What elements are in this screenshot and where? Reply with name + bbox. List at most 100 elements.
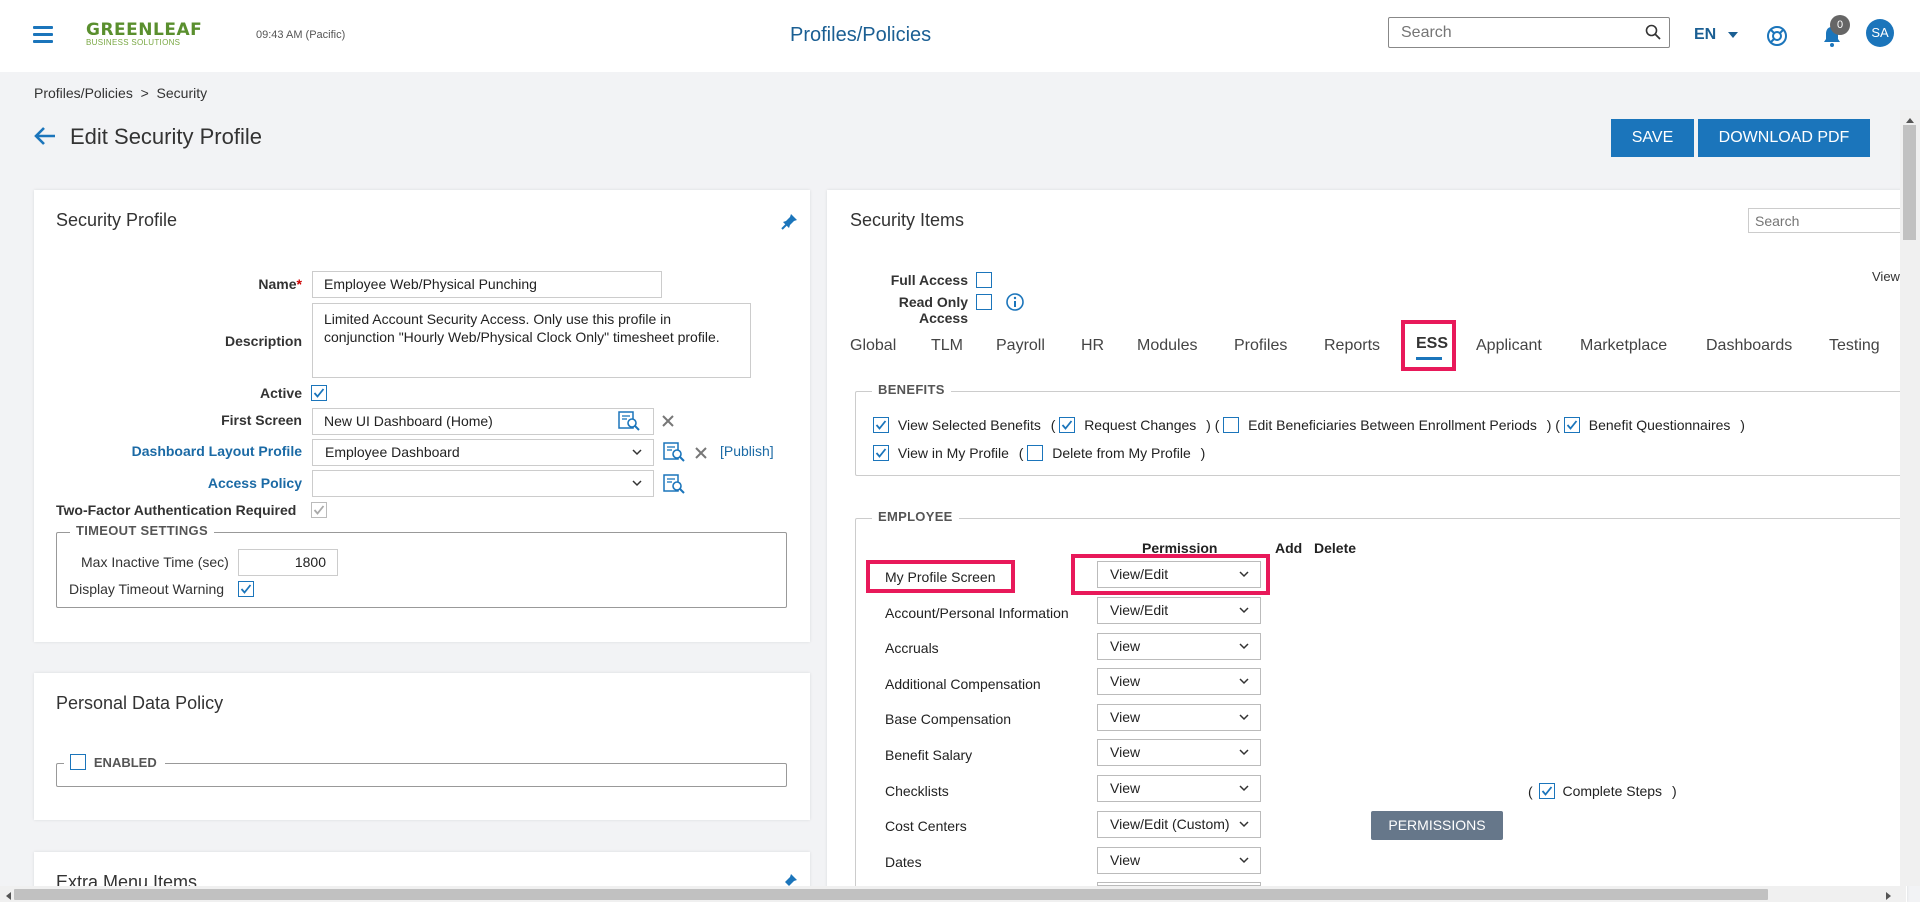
first-screen-label: First Screen bbox=[221, 412, 302, 428]
header-title: Profiles/Policies bbox=[790, 24, 932, 46]
tab-modules[interactable]: Modules bbox=[1137, 337, 1197, 355]
full-access-checkbox[interactable] bbox=[976, 272, 992, 288]
tab-profiles[interactable]: Profiles bbox=[1234, 337, 1287, 355]
dashboard-layout-profile-link[interactable]: Dashboard Layout Profile bbox=[100, 443, 302, 459]
tab-applicant[interactable]: Applicant bbox=[1476, 337, 1542, 355]
read-only-access-checkbox[interactable] bbox=[976, 294, 992, 310]
description-label: Description bbox=[224, 333, 302, 349]
delete-column-header: Delete bbox=[1314, 540, 1357, 556]
edit-beneficiaries-checkbox[interactable] bbox=[1223, 417, 1240, 434]
security-profile-title: Security Profile bbox=[56, 210, 178, 230]
enabled-fieldset bbox=[56, 763, 787, 787]
collapse-pin-icon[interactable] bbox=[781, 212, 799, 233]
active-label: Active bbox=[259, 385, 302, 401]
timeout-warning-checkbox[interactable] bbox=[238, 581, 254, 597]
permission-select-checklists[interactable]: View bbox=[1097, 775, 1261, 802]
tab-payroll[interactable]: Payroll bbox=[996, 337, 1045, 355]
tab-reports[interactable]: Reports bbox=[1324, 337, 1380, 355]
lookup-icon[interactable] bbox=[618, 411, 640, 434]
checkmark-icon bbox=[240, 584, 252, 594]
two-factor-checkbox bbox=[311, 502, 327, 518]
complete-steps-checkbox[interactable] bbox=[1538, 783, 1555, 800]
search-icon[interactable] bbox=[1645, 24, 1661, 43]
notification-count-badge: 0 bbox=[1830, 15, 1850, 35]
add-column-header: Add bbox=[1275, 540, 1303, 556]
enabled-legend: ENABLED bbox=[64, 753, 165, 771]
enabled-checkbox[interactable] bbox=[70, 754, 86, 771]
row-label-account-personal-information: Account/Personal Information bbox=[885, 605, 1069, 621]
scroll-up-arrow-icon[interactable] bbox=[1904, 112, 1916, 128]
chevron-down-icon bbox=[632, 480, 642, 487]
row-label-benefit-salary: Benefit Salary bbox=[885, 747, 973, 763]
benefit-questionnaires-checkbox[interactable] bbox=[1563, 417, 1580, 434]
permission-select-benefit-salary[interactable]: View bbox=[1097, 739, 1261, 766]
active-checkbox[interactable] bbox=[311, 385, 327, 401]
vertical-scrollbar-thumb[interactable] bbox=[1903, 125, 1916, 240]
back-arrow-icon[interactable] bbox=[34, 126, 56, 149]
name-field[interactable]: Employee Web/Physical Punching bbox=[312, 271, 662, 298]
scroll-left-arrow-icon[interactable] bbox=[3, 889, 13, 902]
language-selector[interactable]: EN bbox=[1694, 26, 1739, 44]
permission-select-cost-centers[interactable]: View/Edit (Custom) bbox=[1097, 811, 1261, 838]
row-label-accruals: Accruals bbox=[885, 640, 939, 656]
download-pdf-button[interactable]: DOWNLOAD PDF bbox=[1698, 119, 1870, 157]
request-changes-checkbox[interactable] bbox=[1059, 417, 1076, 434]
tab-dashboards[interactable]: Dashboards bbox=[1706, 337, 1792, 355]
dashboard-layout-select[interactable]: Employee Dashboard bbox=[312, 439, 654, 466]
tab-marketplace[interactable]: Marketplace bbox=[1580, 337, 1667, 355]
row-label-cost-centers: Cost Centers bbox=[885, 818, 967, 834]
clear-first-screen-icon[interactable] bbox=[661, 414, 675, 431]
user-avatar[interactable]: SA bbox=[1866, 19, 1894, 47]
view-column-label: View bbox=[1872, 269, 1900, 284]
horizontal-scrollbar-thumb[interactable] bbox=[14, 889, 1768, 900]
benefits-row-1: View Selected Benefits ( Request Changes… bbox=[873, 416, 1745, 434]
tab-ess[interactable]: ESS bbox=[1416, 335, 1448, 353]
help-icon[interactable] bbox=[1766, 25, 1788, 50]
chevron-down-icon bbox=[1239, 643, 1249, 650]
permissions-button[interactable]: PERMISSIONS bbox=[1371, 811, 1503, 840]
benefits-row-2: View in My Profile ( Delete from My Prof… bbox=[873, 444, 1205, 462]
caret-down-icon bbox=[1727, 32, 1738, 38]
checkmark-icon bbox=[313, 505, 325, 515]
permission-select-accruals[interactable]: View bbox=[1097, 633, 1261, 660]
max-inactive-field[interactable]: 1800 bbox=[238, 549, 338, 576]
breadcrumb[interactable]: Profiles/Policies > Security bbox=[34, 85, 207, 101]
tab-tlm[interactable]: TLM bbox=[931, 337, 963, 355]
row-label-dates: Dates bbox=[885, 854, 922, 870]
access-policy-select[interactable] bbox=[312, 470, 654, 497]
first-screen-field[interactable]: New UI Dashboard (Home) bbox=[312, 408, 654, 435]
permission-select-account-personal-information[interactable]: View/Edit bbox=[1097, 597, 1261, 624]
publish-link[interactable]: [Publish] bbox=[720, 443, 774, 459]
permission-select-dates[interactable]: View bbox=[1097, 847, 1261, 874]
company-logo[interactable]: GREENLEAF BUSINESS SOLUTIONS bbox=[86, 20, 212, 54]
description-field[interactable]: Limited Account Security Access. Only us… bbox=[312, 303, 751, 378]
info-icon[interactable] bbox=[1005, 292, 1025, 315]
hamburger-menu-icon[interactable] bbox=[33, 26, 53, 44]
security-items-search-input[interactable] bbox=[1748, 208, 1906, 233]
save-button[interactable]: SAVE bbox=[1611, 119, 1694, 157]
chevron-down-icon bbox=[1239, 857, 1249, 864]
chevron-down-icon bbox=[1239, 749, 1249, 756]
tab-global[interactable]: Global bbox=[850, 337, 896, 355]
current-time: 09:43 AM (Pacific) bbox=[256, 29, 346, 41]
view-selected-benefits-checkbox[interactable] bbox=[873, 417, 889, 434]
scroll-right-arrow-icon[interactable] bbox=[1884, 889, 1894, 902]
tab-testing[interactable]: Testing bbox=[1829, 337, 1880, 355]
access-policy-link[interactable]: Access Policy bbox=[140, 475, 302, 491]
row-label-my-profile-screen: My Profile Screen bbox=[885, 569, 996, 585]
permission-select-my-profile-screen[interactable]: View/Edit bbox=[1097, 561, 1261, 588]
clear-dashboard-icon[interactable] bbox=[694, 446, 708, 463]
global-search-input[interactable] bbox=[1389, 18, 1629, 47]
delete-from-profile-checkbox[interactable] bbox=[1027, 445, 1044, 462]
selected-tab-underline bbox=[1416, 357, 1442, 360]
access-policy-lookup-icon[interactable] bbox=[663, 474, 685, 497]
tab-hr[interactable]: HR bbox=[1081, 337, 1104, 355]
permission-select-base-compensation[interactable]: View bbox=[1097, 704, 1261, 731]
chevron-down-icon bbox=[1239, 607, 1249, 614]
view-in-profile-checkbox[interactable] bbox=[873, 445, 889, 462]
dashboard-lookup-icon[interactable] bbox=[663, 442, 685, 465]
max-inactive-label: Max Inactive Time (sec) bbox=[81, 554, 229, 570]
global-search[interactable] bbox=[1388, 17, 1670, 48]
complete-steps-option: ( Complete Steps ) bbox=[1528, 783, 1677, 800]
permission-select-additional-compensation[interactable]: View bbox=[1097, 668, 1261, 695]
